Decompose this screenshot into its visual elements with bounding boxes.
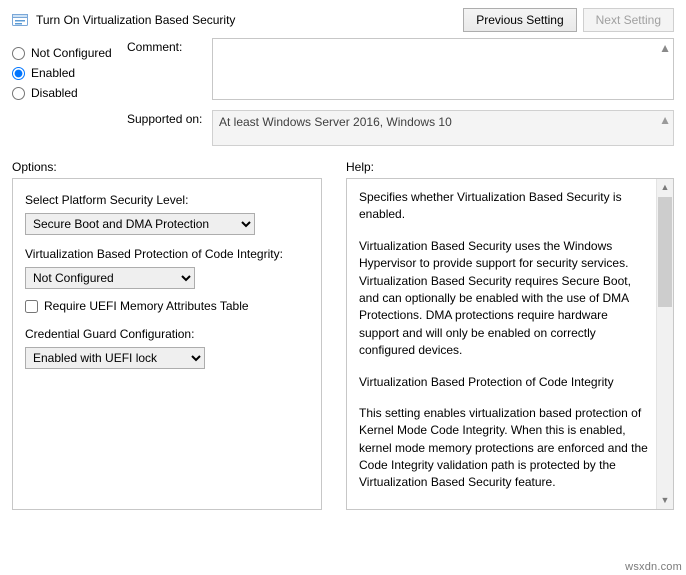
supported-on-text: At least Windows Server 2016, Windows 10 xyxy=(219,115,452,129)
platform-security-level-label: Select Platform Security Level: xyxy=(25,193,309,207)
radio-not-configured[interactable]: Not Configured xyxy=(12,46,127,60)
next-setting-button: Next Setting xyxy=(583,8,674,32)
help-text: Specifies whether Virtualization Based S… xyxy=(359,189,649,224)
scroll-down-icon[interactable]: ▼ xyxy=(657,492,673,509)
supported-on-value: At least Windows Server 2016, Windows 10… xyxy=(212,110,674,146)
help-panel: Specifies whether Virtualization Based S… xyxy=(346,178,674,510)
dialog-title: Turn On Virtualization Based Security xyxy=(36,13,455,27)
supported-scroll-up-icon: ▲ xyxy=(659,113,671,127)
radio-not-configured-input[interactable] xyxy=(12,47,25,60)
comment-scroll-up-icon[interactable]: ▲ xyxy=(659,41,671,55)
credential-guard-select[interactable]: Enabled with UEFI lock xyxy=(25,347,205,369)
scroll-up-icon[interactable]: ▲ xyxy=(657,179,673,196)
options-section-label: Options: xyxy=(12,160,322,174)
radio-enabled-input[interactable] xyxy=(12,67,25,80)
comment-label: Comment: xyxy=(127,38,212,54)
radio-disabled[interactable]: Disabled xyxy=(12,86,127,100)
radio-disabled-input[interactable] xyxy=(12,87,25,100)
help-text: Virtualization Based Protection of Code … xyxy=(359,374,649,391)
policy-icon xyxy=(12,12,28,28)
radio-enabled-label: Enabled xyxy=(31,66,75,80)
platform-security-level-select[interactable]: Secure Boot and DMA Protection xyxy=(25,213,255,235)
scrollbar-thumb[interactable] xyxy=(658,197,672,307)
help-text: The "Disabled" option turns off Virtuali… xyxy=(359,506,649,510)
help-section-label: Help: xyxy=(346,160,674,174)
previous-setting-button[interactable]: Previous Setting xyxy=(463,8,576,32)
supported-on-label: Supported on: xyxy=(127,110,212,126)
radio-not-configured-label: Not Configured xyxy=(31,46,112,60)
vbp-code-integrity-select[interactable]: Not Configured xyxy=(25,267,195,289)
radio-disabled-label: Disabled xyxy=(31,86,78,100)
watermark-text: wsxdn.com xyxy=(625,561,682,573)
help-text: Virtualization Based Security uses the W… xyxy=(359,238,649,360)
uefi-memory-attributes-checkbox[interactable]: Require UEFI Memory Attributes Table xyxy=(25,299,309,313)
comment-input[interactable]: ▲ xyxy=(212,38,674,100)
vbp-code-integrity-label: Virtualization Based Protection of Code … xyxy=(25,247,309,261)
state-radio-group: Not Configured Enabled Disabled xyxy=(12,38,127,146)
credential-guard-label: Credential Guard Configuration: xyxy=(25,327,309,341)
radio-enabled[interactable]: Enabled xyxy=(12,66,127,80)
uefi-memory-attributes-label: Require UEFI Memory Attributes Table xyxy=(44,299,249,313)
help-text: This setting enables virtualization base… xyxy=(359,405,649,492)
options-panel: Select Platform Security Level: Secure B… xyxy=(12,178,322,510)
help-scrollbar[interactable]: ▲ ▼ xyxy=(656,179,673,509)
uefi-memory-attributes-checkbox-input[interactable] xyxy=(25,300,38,313)
